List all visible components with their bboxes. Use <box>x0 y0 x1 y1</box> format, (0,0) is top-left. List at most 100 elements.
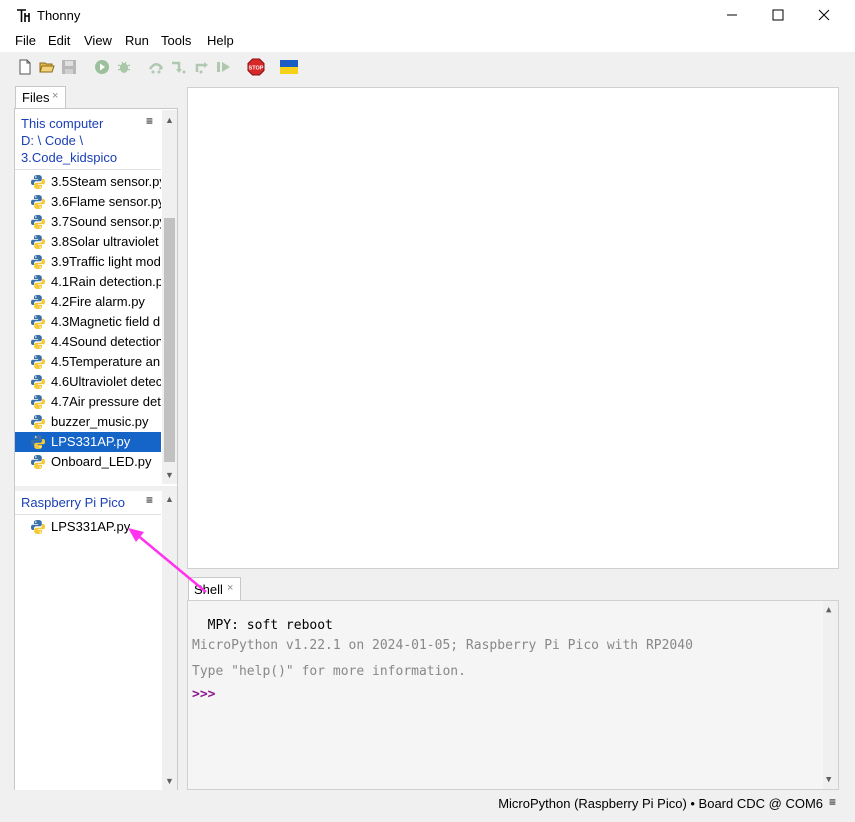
close-window-button[interactable] <box>801 0 847 30</box>
shell-line: MPY: soft reboot <box>192 618 333 633</box>
file-item[interactable]: 3.6Flame sensor.py <box>15 192 161 212</box>
file-item[interactable]: 3.8Solar ultraviolet <box>15 232 161 252</box>
code-editor[interactable] <box>187 87 839 569</box>
menu-edit[interactable]: Edit <box>48 33 70 48</box>
file-item[interactable]: 4.1Rain detection.p <box>15 272 161 292</box>
menu-run[interactable]: Run <box>125 33 149 48</box>
tab-files-label: Files <box>22 90 50 105</box>
computer-scrollbar-thumb[interactable] <box>164 218 175 462</box>
divider <box>15 514 161 515</box>
tab-files[interactable]: Files × <box>15 86 66 108</box>
open-file-icon[interactable] <box>38 58 56 76</box>
file-name: 3.8Solar ultraviolet <box>51 234 159 249</box>
python-file-icon <box>30 374 46 390</box>
thonny-logo-icon <box>16 8 32 24</box>
python-file-icon <box>30 234 46 250</box>
ukraine-flag-icon[interactable] <box>280 58 298 76</box>
menu-help[interactable]: Help <box>207 33 234 48</box>
scroll-up-icon[interactable]: ▲ <box>826 605 831 615</box>
scroll-down-icon[interactable]: ▼ <box>826 775 831 785</box>
file-item[interactable]: 3.7Sound sensor.py <box>15 212 161 232</box>
scroll-down-icon[interactable]: ▼ <box>165 776 174 786</box>
file-name: 4.5Temperature an <box>51 354 161 369</box>
file-item[interactable]: LPS331AP.py <box>15 432 161 452</box>
file-item[interactable]: buzzer_music.py <box>15 412 161 432</box>
file-name: 4.3Magnetic field d <box>51 314 161 329</box>
window-title: Thonny <box>37 8 81 23</box>
step-out-icon[interactable] <box>193 58 211 76</box>
status-menu-icon[interactable]: ≡ <box>829 795 836 809</box>
python-file-icon <box>30 254 46 270</box>
file-name: LPS331AP.py <box>51 519 131 534</box>
interpreter-status[interactable]: MicroPython (Raspberry Pi Pico) • Board … <box>498 796 823 811</box>
python-file-icon <box>30 394 46 410</box>
divider <box>15 169 161 170</box>
shell-prompt: >>> <box>192 687 216 702</box>
python-file-icon <box>30 294 46 310</box>
file-item[interactable]: 3.9Traffic light mod <box>15 252 161 272</box>
scroll-down-icon[interactable]: ▼ <box>165 470 174 480</box>
python-file-icon <box>30 434 46 450</box>
save-icon[interactable] <box>60 58 78 76</box>
file-item[interactable]: 4.3Magnetic field d <box>15 312 161 332</box>
device-menu-icon[interactable]: ≡ <box>146 493 153 507</box>
python-file-icon <box>30 174 46 190</box>
file-name: 3.6Flame sensor.py <box>51 194 161 209</box>
menu-tools[interactable]: Tools <box>161 33 191 48</box>
menu-file[interactable]: File <box>15 33 36 48</box>
file-item[interactable]: 4.5Temperature an <box>15 352 161 372</box>
python-file-icon <box>30 194 46 210</box>
python-file-icon <box>30 314 46 330</box>
python-file-icon <box>30 354 46 370</box>
file-item[interactable]: 4.4Sound detection <box>15 332 161 352</box>
file-name: buzzer_music.py <box>51 414 149 429</box>
python-file-icon <box>30 519 46 535</box>
annotation-arrow <box>128 528 207 593</box>
scroll-up-icon[interactable]: ▲ <box>165 494 174 504</box>
file-item[interactable]: 4.7Air pressure det <box>15 392 161 412</box>
resume-icon[interactable] <box>215 58 233 76</box>
file-name: 3.9Traffic light mod <box>51 254 161 269</box>
shell-line: Type "help()" for more information. <box>192 664 466 679</box>
file-item[interactable]: 4.6Ultraviolet detec <box>15 372 161 392</box>
run-icon[interactable] <box>93 58 111 76</box>
file-name: 4.1Rain detection.p <box>51 274 161 289</box>
computer-menu-icon[interactable]: ≡ <box>146 114 153 128</box>
stop-icon[interactable]: STOP <box>247 58 265 76</box>
file-item[interactable]: 3.5Steam sensor.py <box>15 172 161 192</box>
shell-console[interactable]: MPY: soft reboot MicroPython v1.22.1 on … <box>187 600 839 790</box>
shell-scrollbar[interactable] <box>823 601 838 789</box>
file-item[interactable]: 4.2Fire alarm.py <box>15 292 161 312</box>
new-file-icon[interactable] <box>16 58 34 76</box>
computer-folder-link[interactable]: 3.Code_kidspico <box>21 150 117 165</box>
computer-header-link[interactable]: This computer <box>21 116 103 131</box>
python-file-icon <box>30 334 46 350</box>
device-header-link[interactable]: Raspberry Pi Pico <box>21 495 125 510</box>
panel-splitter[interactable] <box>15 486 177 491</box>
file-name: LPS331AP.py <box>51 434 131 449</box>
scroll-up-icon[interactable]: ▲ <box>165 115 174 125</box>
file-item[interactable]: Onboard_LED.py <box>15 452 161 472</box>
maximize-button[interactable] <box>755 0 801 30</box>
stop-label: STOP <box>249 66 264 72</box>
minimize-button[interactable] <box>709 0 755 30</box>
tab-files-close-icon[interactable]: × <box>52 90 58 102</box>
debug-icon[interactable] <box>115 58 133 76</box>
file-name: 3.7Sound sensor.py <box>51 214 161 229</box>
file-name: 4.6Ultraviolet detec <box>51 374 161 389</box>
python-file-icon <box>30 454 46 470</box>
python-file-icon <box>30 274 46 290</box>
file-name: 4.4Sound detection <box>51 334 161 349</box>
tab-shell-close-icon[interactable]: × <box>227 582 233 594</box>
step-over-icon[interactable] <box>148 58 166 76</box>
step-into-icon[interactable] <box>170 58 188 76</box>
python-file-icon <box>30 214 46 230</box>
python-file-icon <box>30 414 46 430</box>
shell-line: MicroPython v1.22.1 on 2024-01-05; Raspb… <box>192 638 693 653</box>
computer-path-link[interactable]: D: \ Code \ <box>21 133 83 148</box>
menu-view[interactable]: View <box>84 33 112 48</box>
file-name: Onboard_LED.py <box>51 454 152 469</box>
file-name: 3.5Steam sensor.py <box>51 174 161 189</box>
file-name: 4.7Air pressure det <box>51 394 161 409</box>
file-name: 4.2Fire alarm.py <box>51 294 145 309</box>
